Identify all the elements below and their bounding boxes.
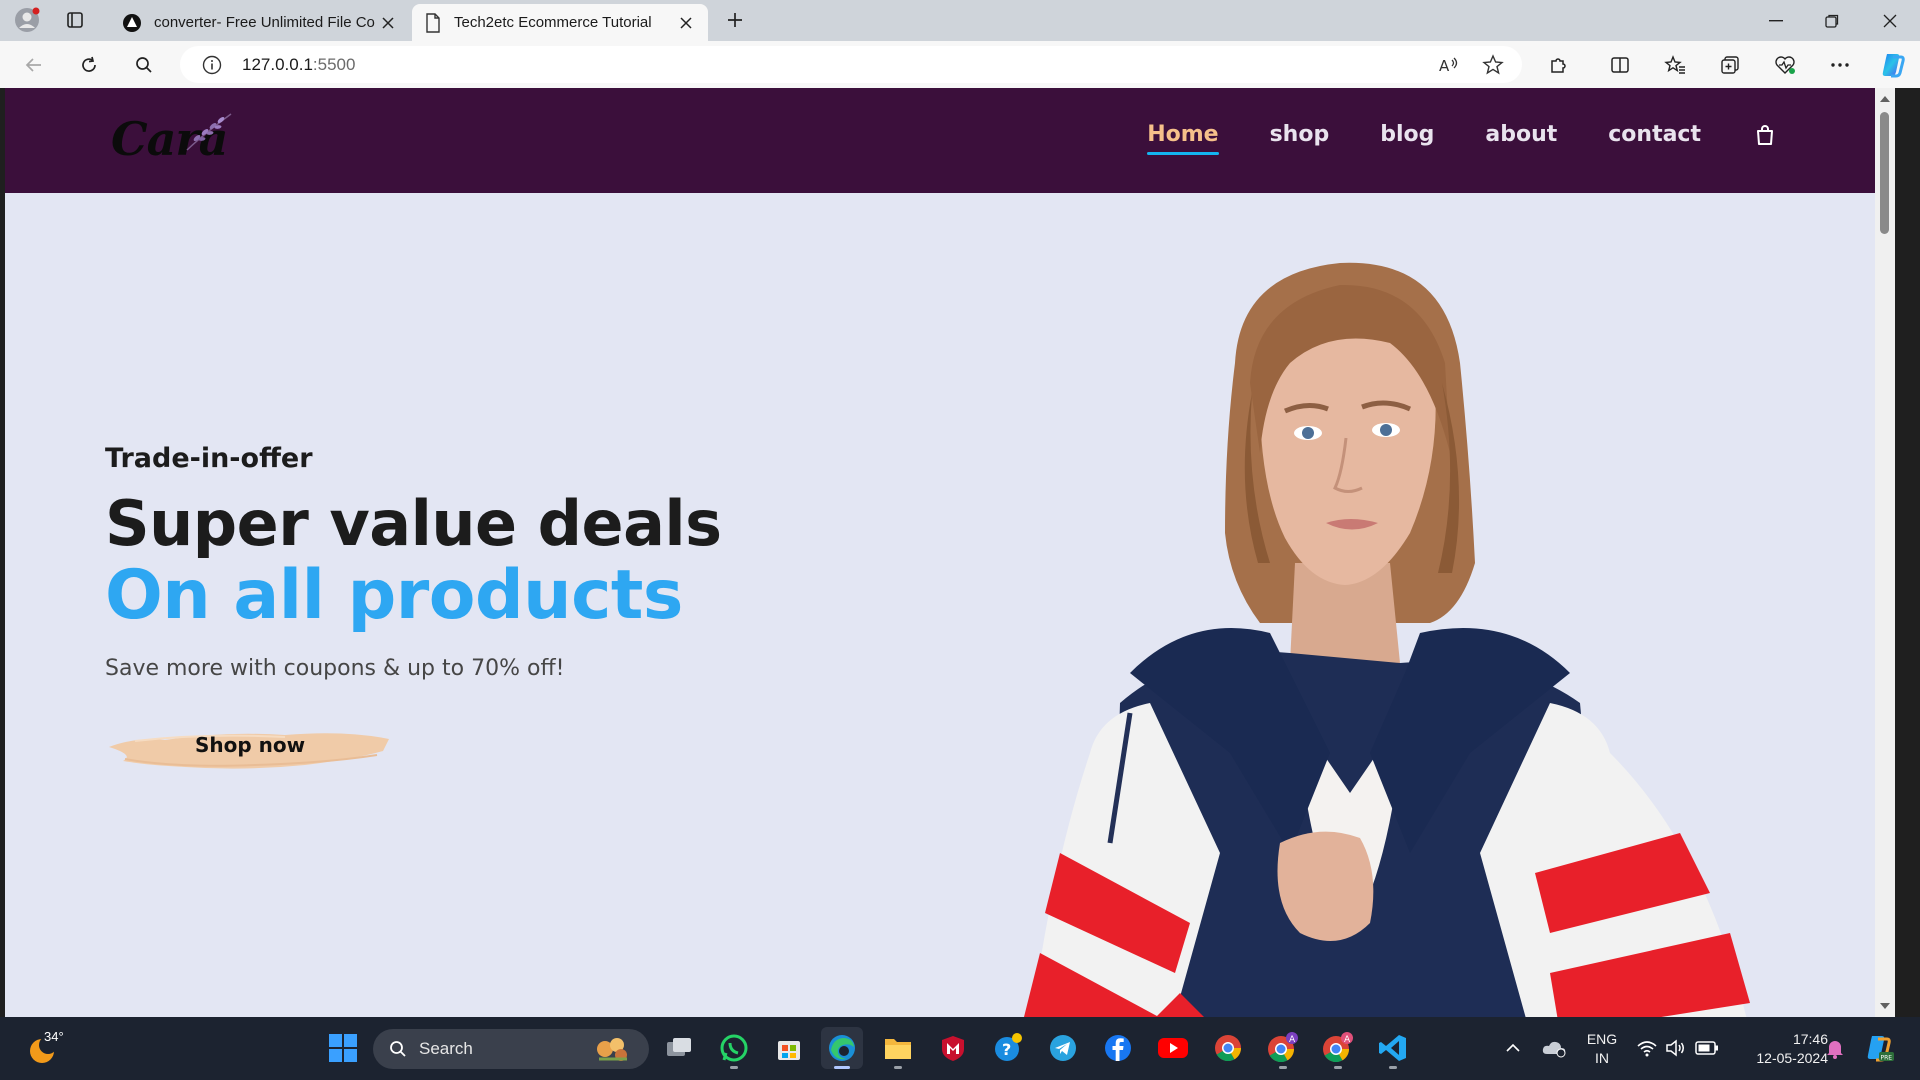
extensions-icon[interactable] xyxy=(1541,48,1575,82)
site-header: Cara Home shop blog about contact xyxy=(5,88,1895,193)
mcafee-icon[interactable] xyxy=(932,1027,974,1069)
url-host: 127.0.0.1 xyxy=(242,54,313,74)
search-label: Search xyxy=(419,1039,473,1058)
collections-icon[interactable] xyxy=(1713,48,1747,82)
site-logo[interactable]: Cara xyxy=(105,108,235,172)
nav-contact[interactable]: contact xyxy=(1608,122,1701,147)
whatsapp-icon[interactable] xyxy=(713,1027,755,1069)
more-options-icon[interactable] xyxy=(1823,48,1857,82)
battery-icon[interactable] xyxy=(1686,1027,1728,1069)
converter-favicon-icon xyxy=(123,13,141,32)
weather-temp: 34° xyxy=(44,1029,64,1044)
copilot-taskbar-icon[interactable]: PRE xyxy=(1858,1027,1900,1069)
search-icon[interactable] xyxy=(127,48,161,82)
close-tab-icon[interactable] xyxy=(378,13,398,33)
close-tab-icon[interactable] xyxy=(676,13,696,33)
chrome-profile-a-icon[interactable]: A xyxy=(1262,1027,1304,1069)
scroll-down-arrow-icon[interactable] xyxy=(1879,1000,1891,1012)
read-aloud-icon[interactable]: A xyxy=(1438,55,1460,80)
facebook-icon[interactable] xyxy=(1097,1027,1139,1069)
nav-shop[interactable]: shop xyxy=(1270,122,1330,147)
edge-browser-icon[interactable] xyxy=(821,1027,863,1069)
refresh-icon[interactable] xyxy=(72,48,106,82)
windows-start-icon[interactable] xyxy=(322,1027,364,1069)
vscode-icon[interactable] xyxy=(1372,1027,1414,1069)
hero-kicker: Trade-in-offer xyxy=(105,443,313,474)
browser-tab-strip: converter- Free Unlimited File Co Tech2e… xyxy=(0,0,1920,41)
svg-text:A: A xyxy=(1289,1035,1296,1045)
back-arrow-icon[interactable] xyxy=(17,48,51,82)
tab-title: converter- Free Unlimited File Co xyxy=(154,14,375,31)
tab-converter[interactable]: converter- Free Unlimited File Co xyxy=(110,4,410,41)
chrome-icon[interactable] xyxy=(1207,1027,1249,1069)
hero-model-image xyxy=(1024,262,1750,1017)
tab-actions-icon[interactable] xyxy=(60,6,90,34)
search-highlight-icon xyxy=(597,1038,627,1061)
windows-taskbar: 34° Search ? A A ENG IN 17:46 12-05-2024… xyxy=(0,1017,1920,1080)
split-screen-icon[interactable] xyxy=(1603,48,1637,82)
hero-subtitle: Save more with coupons & up to 70% off! xyxy=(105,656,565,682)
lavender-sprig-icon xyxy=(186,113,232,151)
nav-blog[interactable]: blog xyxy=(1380,122,1434,147)
page-viewport: Cara Home shop blog about contact Trade-… xyxy=(5,88,1895,1017)
browser-toolbar: 127.0.0.1:5500 A xyxy=(0,41,1920,88)
browser-essentials-icon[interactable] xyxy=(1768,48,1802,82)
profile-avatar-icon[interactable] xyxy=(12,6,42,34)
favorites-icon[interactable] xyxy=(1658,48,1692,82)
minimize-button[interactable] xyxy=(1748,0,1804,41)
chevron-up-icon[interactable] xyxy=(1492,1027,1534,1069)
chrome-profile-b-icon[interactable]: A xyxy=(1317,1027,1359,1069)
url-port: :5500 xyxy=(312,54,356,74)
nav-home[interactable]: Home xyxy=(1147,122,1219,155)
svg-text:A: A xyxy=(1344,1035,1351,1045)
nav-about[interactable]: about xyxy=(1485,122,1557,147)
site-info-icon[interactable] xyxy=(202,55,222,80)
language-line2: IN xyxy=(1595,1050,1609,1066)
search-icon xyxy=(390,1041,406,1057)
restore-button[interactable] xyxy=(1804,0,1860,41)
close-window-button[interactable] xyxy=(1862,0,1918,41)
svg-text:A: A xyxy=(1439,57,1450,75)
onedrive-sync-icon[interactable] xyxy=(1533,1027,1575,1069)
main-nav: Home shop blog about contact xyxy=(1096,122,1777,155)
new-tab-button[interactable] xyxy=(720,6,750,34)
scroll-thumb[interactable] xyxy=(1880,112,1889,234)
hero-title: Super value deals xyxy=(105,487,722,560)
taskbar-search[interactable]: Search xyxy=(373,1029,649,1069)
weather-widget[interactable]: 34° xyxy=(26,1029,66,1069)
tab-tech2etc[interactable]: Tech2etc Ecommerce Tutorial xyxy=(412,4,708,41)
shop-now-label: Shop now xyxy=(194,733,306,757)
notification-bell-icon[interactable] xyxy=(1814,1027,1856,1069)
shop-now-button[interactable]: Shop now xyxy=(105,713,395,783)
get-help-icon[interactable]: ? xyxy=(987,1027,1029,1069)
microsoft-store-icon[interactable] xyxy=(768,1027,810,1069)
telegram-icon[interactable] xyxy=(1042,1027,1084,1069)
task-view-icon[interactable] xyxy=(658,1027,700,1069)
hero-accent-title: On all products xyxy=(105,556,683,636)
page-favicon-icon xyxy=(426,12,440,33)
language-line1: ENG xyxy=(1586,1031,1618,1047)
url-text: 127.0.0.1:5500 xyxy=(242,55,355,75)
youtube-icon[interactable] xyxy=(1152,1027,1194,1069)
hero-section: Trade-in-offer Super value deals On all … xyxy=(105,443,722,681)
language-indicator[interactable]: ENG IN xyxy=(1578,1030,1626,1068)
tab-title: Tech2etc Ecommerce Tutorial xyxy=(454,14,652,31)
address-bar[interactable]: 127.0.0.1:5500 A xyxy=(180,46,1522,83)
shopping-bag-icon[interactable] xyxy=(1753,123,1777,147)
copilot-icon[interactable] xyxy=(1876,48,1910,82)
favorite-star-icon[interactable] xyxy=(1482,54,1504,81)
file-explorer-icon[interactable] xyxy=(877,1027,919,1069)
svg-text:PRE: PRE xyxy=(1881,1055,1893,1062)
page-scrollbar[interactable] xyxy=(1875,88,1895,1017)
scroll-up-arrow-icon[interactable] xyxy=(1879,93,1891,105)
svg-text:?: ? xyxy=(1002,1040,1011,1059)
